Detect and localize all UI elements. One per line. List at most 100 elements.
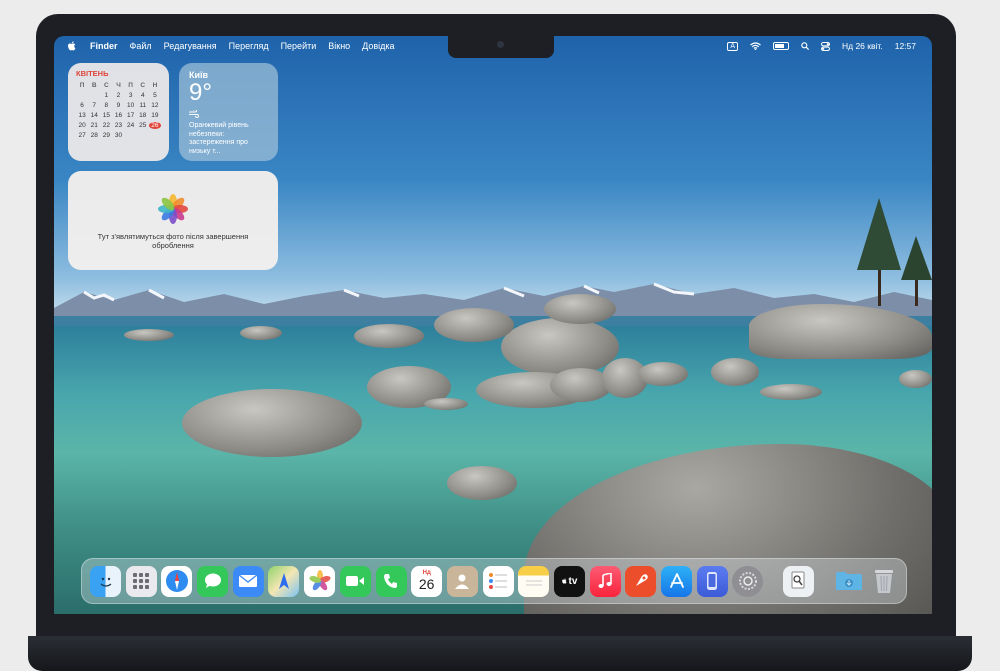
reminders-icon[interactable] <box>482 565 514 597</box>
maps-icon[interactable] <box>268 565 300 597</box>
downloads-folder-icon[interactable] <box>833 566 864 597</box>
calendar-day: 7 <box>92 102 97 109</box>
desktop: Finder Файл Редагування Перегляд Перейти… <box>54 36 932 614</box>
phone-icon[interactable] <box>375 565 407 597</box>
apple-logo-icon[interactable] <box>66 40 78 52</box>
photos-flower-icon <box>158 194 188 224</box>
boulder <box>354 324 424 348</box>
weekday-label: В <box>91 82 97 89</box>
boulder <box>760 384 822 400</box>
calendar-day: 9 <box>116 102 121 109</box>
calendar-day: 19 <box>151 112 159 119</box>
status-area: A Нд 26 квіт. 12:57 <box>727 36 916 56</box>
finder-icon[interactable] <box>90 565 121 597</box>
menu-clock[interactable]: 12:57 <box>895 41 916 51</box>
menu-date[interactable]: Нд 26 квіт. <box>842 41 883 51</box>
calendar-day: 25 <box>139 122 147 129</box>
calendar-widget[interactable]: КВІТЕНЬ П В С Ч П С Н 1 2 3 4 5 6 7 8 9 … <box>68 63 169 161</box>
boulder <box>240 326 282 340</box>
weather-widget[interactable]: Київ 9° Оранжевий рівень небезпеки: заст… <box>179 63 278 161</box>
calendar-day: 13 <box>78 112 86 119</box>
weekday-label: С <box>140 82 146 89</box>
calendar-day: 4 <box>140 92 145 99</box>
calendar-day <box>149 132 161 139</box>
calendar-day: 12 <box>151 102 159 109</box>
photos-icon[interactable] <box>304 565 336 597</box>
calendar-day: 20 <box>78 122 86 129</box>
menu-app-name[interactable]: Finder <box>90 41 118 51</box>
weekday-label: С <box>104 82 109 89</box>
battery-icon[interactable] <box>773 42 789 50</box>
menu-file[interactable]: Файл <box>130 41 152 51</box>
boulder <box>434 308 514 342</box>
input-source-icon[interactable]: A <box>727 41 738 51</box>
dock-calendar-day: 26 <box>418 576 435 592</box>
launchpad-icon[interactable] <box>125 565 157 597</box>
system-settings-icon[interactable] <box>732 565 764 597</box>
music-icon[interactable] <box>589 565 621 597</box>
calendar-day: 28 <box>90 132 98 139</box>
keynote-icon[interactable] <box>625 565 657 597</box>
facetime-icon[interactable] <box>339 565 371 597</box>
calendar-day: 6 <box>80 102 84 109</box>
calendar-day <box>125 132 137 139</box>
boulder <box>447 466 517 500</box>
contacts-icon[interactable] <box>446 565 478 597</box>
calendar-day: 30 <box>114 132 123 139</box>
calendar-day: 22 <box>102 122 110 129</box>
calendar-day: 10 <box>127 102 135 109</box>
calendar-day: 2 <box>116 92 121 99</box>
menu-help[interactable]: Довідка <box>362 41 394 51</box>
wind-icon <box>189 108 268 120</box>
boulder <box>124 329 174 341</box>
calendar-day <box>76 92 88 99</box>
menu-view[interactable]: Перегляд <box>229 41 269 51</box>
notes-icon[interactable] <box>518 565 550 597</box>
calendar-day: 17 <box>127 112 135 119</box>
calendar-day: 5 <box>153 92 157 99</box>
boulder <box>899 370 932 388</box>
laptop-base <box>28 636 972 671</box>
calendar-app-icon[interactable]: Нд 26 <box>411 565 443 597</box>
tv-label: tv <box>568 575 578 587</box>
calendar-day: 23 <box>114 122 123 129</box>
search-icon[interactable] <box>801 42 809 50</box>
calendar-today: 26 <box>148 122 161 129</box>
wifi-icon[interactable] <box>750 42 761 50</box>
iphone-mirroring-icon[interactable] <box>696 565 728 597</box>
mail-icon[interactable] <box>232 565 264 597</box>
calendar-day: 27 <box>78 132 86 139</box>
control-center-icon[interactable] <box>821 41 830 51</box>
calendar-day: 16 <box>114 112 123 119</box>
calendar-day: 8 <box>104 102 109 109</box>
photos-widget-message: Тут з'являтимуться фото після завершення… <box>97 232 249 250</box>
safari-icon[interactable] <box>161 565 193 597</box>
weather-temperature: 9° <box>189 79 212 106</box>
menu-window[interactable]: Вікно <box>328 41 350 51</box>
calendar-day <box>137 132 149 139</box>
calendar-month: КВІТЕНЬ <box>76 69 109 78</box>
calendar-day: 14 <box>90 112 98 119</box>
messages-icon[interactable] <box>197 565 229 597</box>
weekday-label: П <box>128 82 133 89</box>
app-store-icon[interactable] <box>661 565 692 597</box>
calendar-day <box>88 92 100 99</box>
camera-icon <box>497 41 504 48</box>
calendar-day: 3 <box>128 92 133 99</box>
calendar-day: 24 <box>127 122 135 129</box>
menu-go[interactable]: Перейти <box>281 41 317 51</box>
calendar-day: 1 <box>104 92 109 99</box>
dock: Нд 26 tv <box>81 558 907 604</box>
boulder <box>638 362 688 386</box>
tv-icon[interactable]: tv <box>553 565 585 597</box>
preview-icon[interactable] <box>782 565 814 597</box>
trash-icon[interactable] <box>869 566 900 597</box>
photos-widget[interactable]: Тут з'являтимуться фото після завершення… <box>68 171 278 270</box>
boulder <box>424 398 468 410</box>
weekday-label: Ч <box>116 82 121 89</box>
calendar-grid: П В С Ч П С Н 1 2 3 4 5 6 7 8 9 10 11 12… <box>76 82 161 139</box>
boulder <box>544 294 616 324</box>
camera-notch <box>448 36 554 58</box>
menu-edit[interactable]: Редагування <box>164 41 217 51</box>
weekday-label: Н <box>152 82 158 89</box>
